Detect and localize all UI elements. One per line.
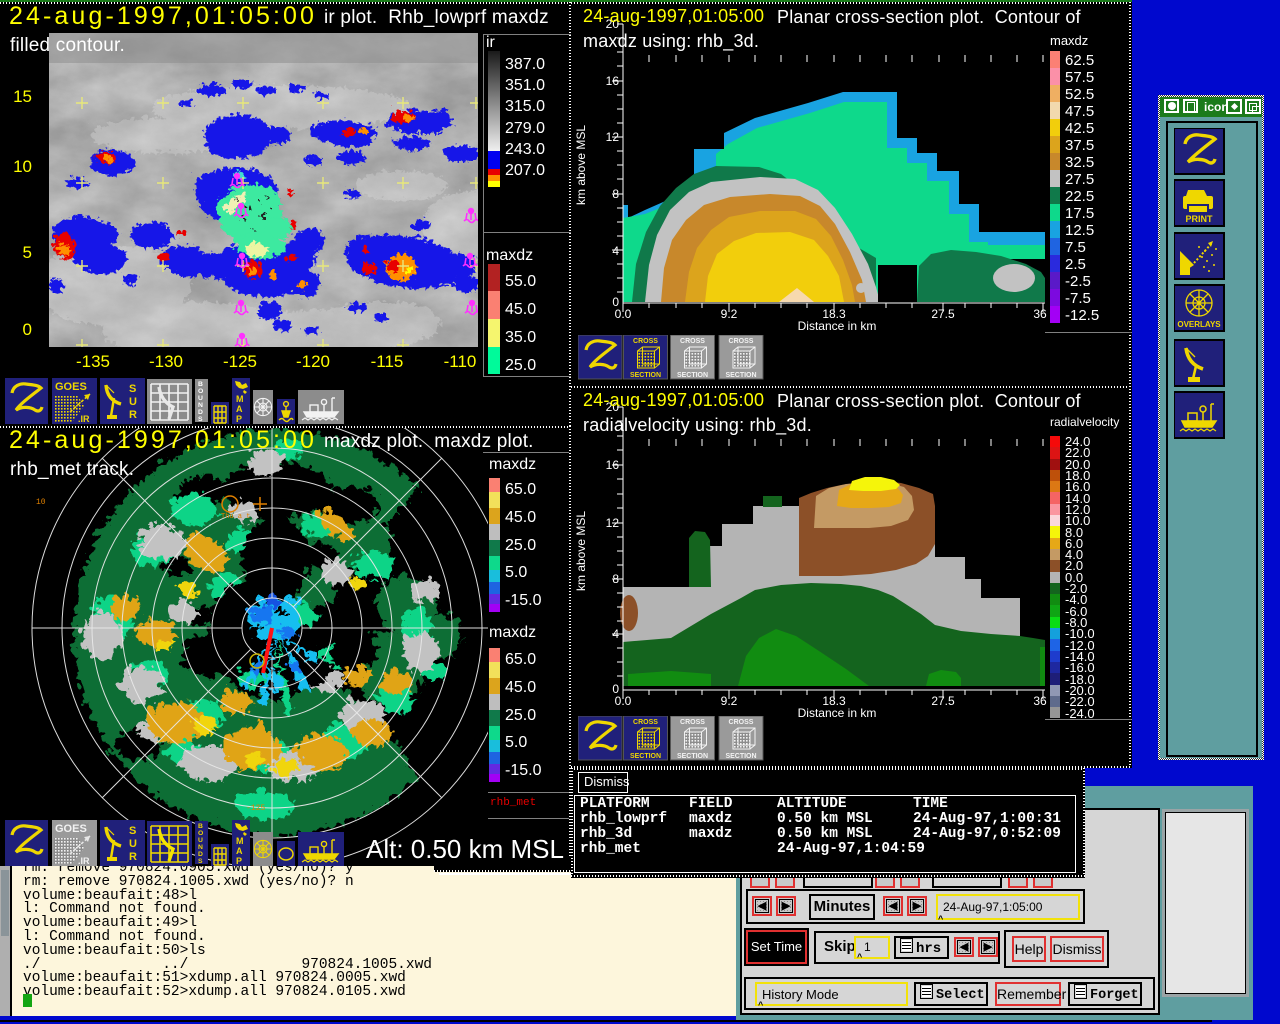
- svg-text:N: N: [198, 402, 203, 409]
- svg-text:S: S: [129, 383, 136, 395]
- svg-text:CROSS: CROSS: [680, 338, 705, 345]
- svg-text:10: 10: [36, 498, 46, 507]
- svg-text:GOES: GOES: [55, 823, 87, 835]
- svg-text:A: A: [236, 404, 243, 414]
- svg-text:km above MSL: km above MSL: [574, 511, 588, 591]
- svg-text:36: 36: [1033, 307, 1047, 321]
- svg-text:Distance in km: Distance in km: [798, 319, 877, 333]
- svg-text:U: U: [129, 838, 137, 850]
- svg-text:CROSS: CROSS: [729, 719, 754, 726]
- svg-text:S: S: [129, 825, 136, 837]
- svg-text:SECTION: SECTION: [630, 372, 661, 379]
- svg-text:0.0: 0.0: [615, 694, 632, 708]
- svg-text:SECTION: SECTION: [630, 753, 661, 760]
- svg-text:M: M: [236, 836, 244, 846]
- svg-text:Distance in km: Distance in km: [798, 706, 877, 720]
- svg-text:9.2: 9.2: [721, 694, 738, 708]
- svg-text:P: P: [236, 856, 242, 866]
- svg-text:CROSS: CROSS: [633, 719, 658, 726]
- svg-text:SECTION: SECTION: [677, 753, 708, 760]
- svg-text:O: O: [198, 830, 203, 837]
- svg-text:8: 8: [612, 187, 619, 201]
- svg-text:km above MSL: km above MSL: [574, 125, 588, 205]
- svg-text:P: P: [236, 414, 242, 424]
- svg-text:0.0: 0.0: [615, 307, 632, 321]
- svg-text:16: 16: [606, 458, 620, 472]
- svg-text:36: 36: [1033, 694, 1047, 708]
- svg-text:4: 4: [612, 244, 619, 258]
- svg-text:S: S: [198, 416, 203, 423]
- svg-text:12: 12: [606, 130, 620, 144]
- svg-text:D: D: [198, 851, 203, 858]
- svg-text:PRINT: PRINT: [1186, 214, 1214, 224]
- svg-text:CROSS: CROSS: [633, 338, 658, 345]
- svg-text:U: U: [198, 837, 203, 844]
- svg-text:CROSS: CROSS: [680, 719, 705, 726]
- svg-text:U: U: [198, 395, 203, 402]
- svg-text:A: A: [236, 846, 243, 856]
- svg-text:12: 12: [606, 516, 620, 530]
- svg-text:.IR: .IR: [78, 414, 90, 424]
- svg-text:27.5: 27.5: [931, 307, 955, 321]
- svg-text:O: O: [198, 388, 203, 395]
- svg-text:S: S: [198, 858, 203, 865]
- svg-text:B: B: [198, 823, 203, 830]
- svg-text:R: R: [129, 851, 137, 863]
- svg-text:16: 16: [606, 74, 620, 88]
- svg-text:9.2: 9.2: [721, 307, 738, 321]
- svg-text:CROSS: CROSS: [729, 338, 754, 345]
- svg-text:.IR: .IR: [78, 856, 90, 866]
- svg-text:27.5: 27.5: [931, 694, 955, 708]
- svg-text:R: R: [129, 409, 137, 421]
- svg-text:N: N: [198, 844, 203, 851]
- svg-text:GOES: GOES: [55, 381, 87, 393]
- svg-text:-125: -125: [246, 804, 265, 813]
- svg-text:OVERLAYS: OVERLAYS: [1177, 320, 1221, 329]
- svg-text:B: B: [198, 381, 203, 388]
- svg-text:M: M: [236, 394, 244, 404]
- svg-text:SECTION: SECTION: [677, 372, 708, 379]
- svg-text:4: 4: [612, 627, 619, 641]
- svg-text:D: D: [198, 409, 203, 416]
- svg-text:SECTION: SECTION: [725, 753, 756, 760]
- svg-text:U: U: [129, 396, 137, 408]
- svg-text:SECTION: SECTION: [725, 372, 756, 379]
- svg-text:Thu a t: Thu a t: [221, 513, 250, 521]
- svg-text:8: 8: [612, 572, 619, 586]
